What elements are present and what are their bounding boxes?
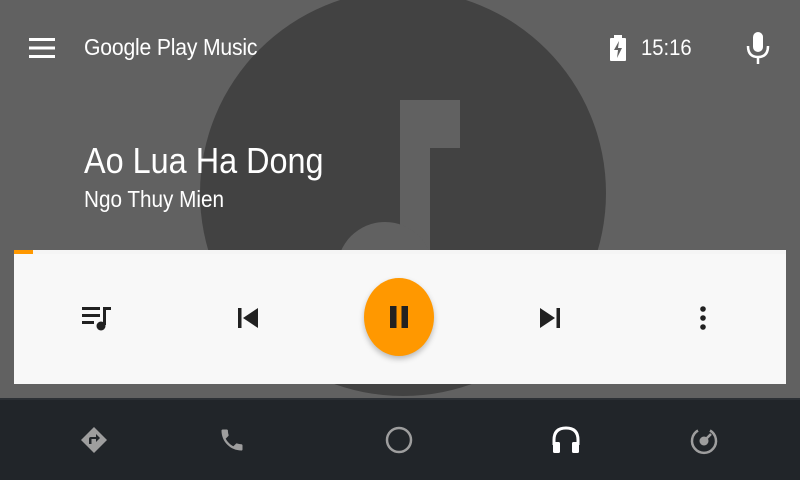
pause-icon — [390, 306, 408, 328]
top-bar: Google Play Music 15:16 — [0, 0, 800, 96]
skip-next-icon — [540, 308, 560, 328]
android-auto-screen: Google Play Music 15:16 Ao Lua Ha Dong N… — [0, 0, 800, 480]
nav-phone-button[interactable] — [212, 420, 252, 460]
home-icon — [385, 426, 413, 454]
next-button[interactable] — [526, 294, 574, 342]
bottom-navigation — [0, 398, 800, 480]
menu-icon[interactable] — [28, 35, 56, 61]
microphone-icon[interactable] — [744, 30, 772, 66]
pause-button[interactable] — [364, 278, 434, 356]
previous-button[interactable] — [224, 294, 272, 342]
more-vert-icon — [700, 306, 706, 330]
queue-music-icon — [82, 307, 111, 331]
navigation-icon — [81, 427, 107, 453]
playback-controls — [14, 254, 786, 384]
track-title: Ao Lua Ha Dong — [84, 140, 324, 181]
headphones-icon — [552, 426, 580, 453]
skip-previous-icon — [238, 308, 258, 328]
track-artist: Ngo Thuy Mien — [84, 186, 224, 212]
exit-icon — [690, 429, 718, 455]
app-title: Google Play Music — [84, 34, 258, 60]
nav-home-button[interactable] — [379, 420, 419, 460]
clock: 15:16 — [641, 35, 692, 60]
queue-button[interactable] — [74, 294, 122, 342]
nav-exit-button[interactable] — [684, 420, 724, 460]
phone-icon — [221, 429, 243, 451]
battery-charging-icon — [610, 35, 626, 61]
nav-music-button[interactable] — [546, 420, 586, 460]
nav-navigation-button[interactable] — [74, 420, 114, 460]
more-options-button[interactable] — [679, 294, 727, 342]
